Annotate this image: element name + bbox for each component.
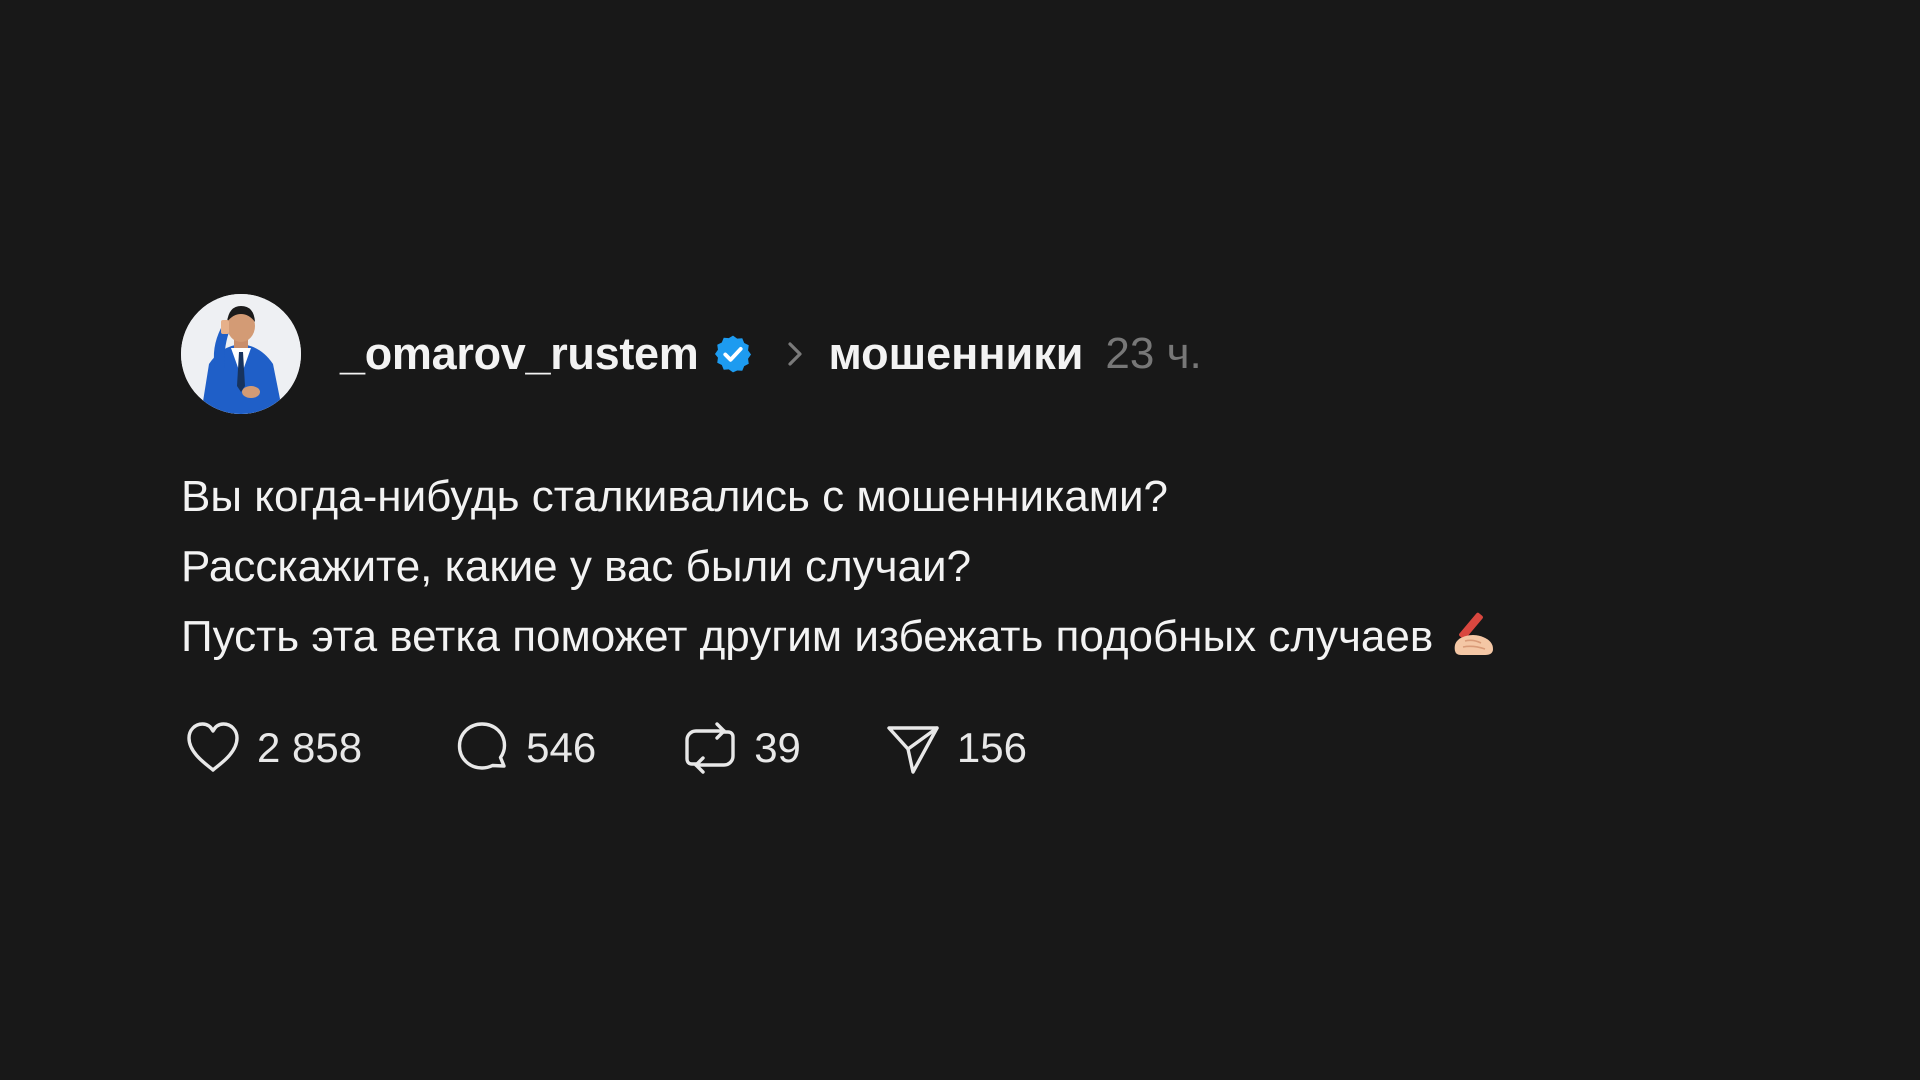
share-count: 156	[956, 724, 1027, 771]
writing-hand-emoji-icon	[1447, 607, 1499, 659]
thread-post: _omarov_rustem мошенники 23 ч. Вы когда-…	[181, 294, 1741, 780]
post-text: Вы когда-нибудь сталкивались с мошенника…	[181, 462, 1741, 672]
topic-tag[interactable]: мошенники	[828, 328, 1083, 380]
repost-count: 39	[754, 724, 801, 771]
post-text-line-text: Расскажите, какие у вас были случаи?	[181, 542, 972, 591]
send-icon	[881, 716, 945, 780]
post-header: _omarov_rustem мошенники 23 ч.	[181, 294, 1741, 414]
repost-button[interactable]: 39	[678, 716, 801, 780]
author-username[interactable]: _omarov_rustem	[340, 328, 699, 380]
share-button[interactable]: 156	[881, 716, 1027, 780]
post-text-line: Пусть эта ветка поможет другим избежать …	[181, 602, 1741, 672]
avatar-image	[181, 294, 301, 414]
post-text-line: Расскажите, какие у вас были случаи?	[181, 532, 1741, 602]
comment-bubble-icon	[450, 716, 514, 780]
post-text-line-text: Пусть эта ветка поможет другим избежать …	[181, 612, 1434, 661]
heart-icon	[181, 716, 245, 780]
comment-count: 546	[526, 724, 597, 771]
post-timestamp[interactable]: 23 ч.	[1105, 329, 1201, 379]
chevron-right-icon	[782, 337, 808, 371]
like-button[interactable]: 2 858	[181, 716, 362, 780]
like-count: 2 858	[257, 724, 363, 771]
avatar[interactable]	[181, 294, 301, 414]
post-actions: 2 858 546 39 156	[181, 716, 1741, 780]
repost-icon	[678, 716, 742, 780]
verified-badge-icon	[712, 333, 754, 375]
post-text-line: Вы когда-нибудь сталкивались с мошенника…	[181, 472, 1169, 521]
comment-button[interactable]: 546	[450, 716, 596, 780]
